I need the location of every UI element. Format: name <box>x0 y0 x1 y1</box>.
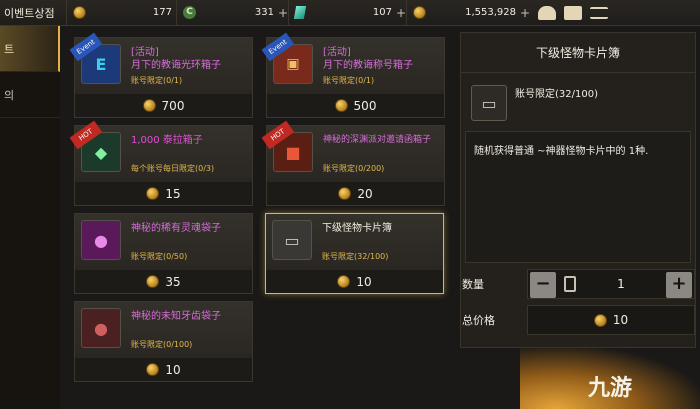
item-limit: 每个账号每日限定(0/3) <box>131 164 215 173</box>
watermark-logo: 九游 <box>588 376 633 401</box>
gold-coin-icon <box>146 275 160 288</box>
shop-item-title-box[interactable]: ▣ Event [活动] 月下的教诲称号箱子 账号限定(0/1) 500 <box>261 32 445 118</box>
price-value: 10 <box>356 274 372 289</box>
quantity-minus-button[interactable]: − <box>530 272 556 298</box>
item-limit: 账号限定(0/1) <box>323 76 375 85</box>
price-value: 10 <box>165 362 181 377</box>
currency-2-value: 331 <box>254 7 274 18</box>
item-name: 神秘的稀有灵魂袋子 <box>131 223 221 234</box>
item-limit: 账号限定(0/1) <box>131 76 183 85</box>
price-value: 15 <box>165 186 181 201</box>
item-limit: 账号限定(32/100) <box>322 252 389 261</box>
total-price-value: 10 <box>612 313 629 327</box>
gold-coin-icon <box>146 187 160 200</box>
currency-3: 107 + <box>288 0 406 26</box>
gold-coin-icon <box>593 313 607 327</box>
price-value: 20 <box>357 186 373 201</box>
currency-3-value: 107 <box>372 7 392 18</box>
quantity-value[interactable]: 1 <box>588 277 654 291</box>
item-price: 15 <box>75 182 252 205</box>
shop-item-soul-bag[interactable]: ● 神秘的稀有灵魂袋子 账号限定(0/50) 35 <box>74 213 253 294</box>
price-value: 500 <box>353 98 377 113</box>
currency-2-add-button[interactable]: + <box>278 6 288 20</box>
mail-icon[interactable] <box>564 5 582 20</box>
gold-coin-icon <box>146 363 160 376</box>
shop-item-tooth-bag[interactable]: ● 神秘的未知牙齿袋子 账号限定(0/100) 10 <box>74 301 253 382</box>
detail-thumbnail: ▭ <box>471 85 507 121</box>
item-price: 20 <box>267 182 444 205</box>
shop-item-aura-box[interactable]: E Event [活动] 月下的教诲光环箱子 账号限定(0/1) 700 <box>69 32 253 118</box>
quantity-stepper: − 1 + <box>527 269 695 299</box>
detail-title: 下级怪物卡片簿 <box>461 33 695 73</box>
nav-item-1[interactable]: 트 <box>0 26 60 72</box>
currency-4: 1,553,928 + <box>406 0 530 26</box>
item-price: 500 <box>267 94 444 117</box>
card-book-thumbnail: ▭ <box>272 220 312 260</box>
item-name: 神秘的深渊派对邀请函箱子 <box>323 135 432 145</box>
item-name: 1,000 泰拉箱子 <box>131 135 203 146</box>
item-limit: 账号限定(0/50) <box>131 252 188 261</box>
detail-description: 随机获得普通 ~神器怪物卡片中的 1种. <box>465 131 691 263</box>
gold-coin-icon <box>334 99 348 112</box>
top-icons <box>530 5 608 20</box>
menu-icon[interactable] <box>590 6 608 19</box>
gold-coin-icon <box>413 6 426 19</box>
item-detail-panel: 下级怪物卡片簿 ▭ 账号限定(32/100) 随机获得普通 ~神器怪物卡片中的 … <box>460 32 696 348</box>
nav-item-2[interactable]: 의 <box>0 72 60 118</box>
item-limit: 账号限定(0/200) <box>323 164 385 173</box>
left-nav: 트 의 <box>0 26 60 409</box>
price-value: 35 <box>165 274 181 289</box>
c-coin-icon: C <box>183 6 196 19</box>
quantity-label: 数量 <box>462 278 484 291</box>
detail-limit: 账号限定(32/100) <box>515 89 598 100</box>
shop-item-tera-box[interactable]: ◆ HOT 1,000 泰拉箱子 每个账号每日限定(0/3) 15 <box>69 120 253 206</box>
currency-1: 177 <box>66 0 176 26</box>
item-name: 下级怪物卡片簿 <box>322 223 392 234</box>
gold-coin-icon <box>338 187 352 200</box>
item-limit: 账号限定(0/100) <box>131 340 193 349</box>
shop-item-monster-card-book[interactable]: ▭ 下级怪物卡片簿 账号限定(32/100) 10 <box>265 213 444 294</box>
soul-bag-thumbnail: ● <box>81 220 121 260</box>
currency-2: C 331 + <box>176 0 288 26</box>
item-price: 10 <box>75 358 252 381</box>
total-price-label: 总价格 <box>462 314 495 327</box>
total-price: 10 <box>527 305 695 335</box>
item-price: 35 <box>75 270 252 293</box>
top-bar: 이벤트상점 177 C 331 + 107 + 1,553,928 + <box>0 0 700 26</box>
gold-coin-icon <box>337 275 351 288</box>
gold-coin-icon <box>73 6 86 19</box>
currency-1-value: 177 <box>152 7 172 18</box>
bag-icon[interactable] <box>538 5 556 20</box>
price-value: 700 <box>161 98 185 113</box>
calculator-icon[interactable] <box>564 276 576 292</box>
gold-coin-icon <box>142 99 156 112</box>
tooth-bag-thumbnail: ● <box>81 308 121 348</box>
shop-item-abyss-box[interactable]: ■ HOT 神秘的深渊派对邀请函箱子 账号限定(0/200) 20 <box>261 120 445 206</box>
currency-4-value: 1,553,928 <box>465 7 516 18</box>
item-name: [活动] 月下的教诲称号箱子 <box>323 47 413 71</box>
shop-title: 이벤트상점 <box>4 6 55 20</box>
quantity-plus-button[interactable]: + <box>666 272 692 298</box>
currency-4-add-button[interactable]: + <box>520 6 530 20</box>
item-price: 700 <box>75 94 252 117</box>
currency-3-add-button[interactable]: + <box>396 6 406 20</box>
item-name: 神秘的未知牙齿袋子 <box>131 311 221 322</box>
item-name: [活动] 月下的教诲光环箱子 <box>131 47 221 71</box>
item-price: 10 <box>266 270 443 293</box>
